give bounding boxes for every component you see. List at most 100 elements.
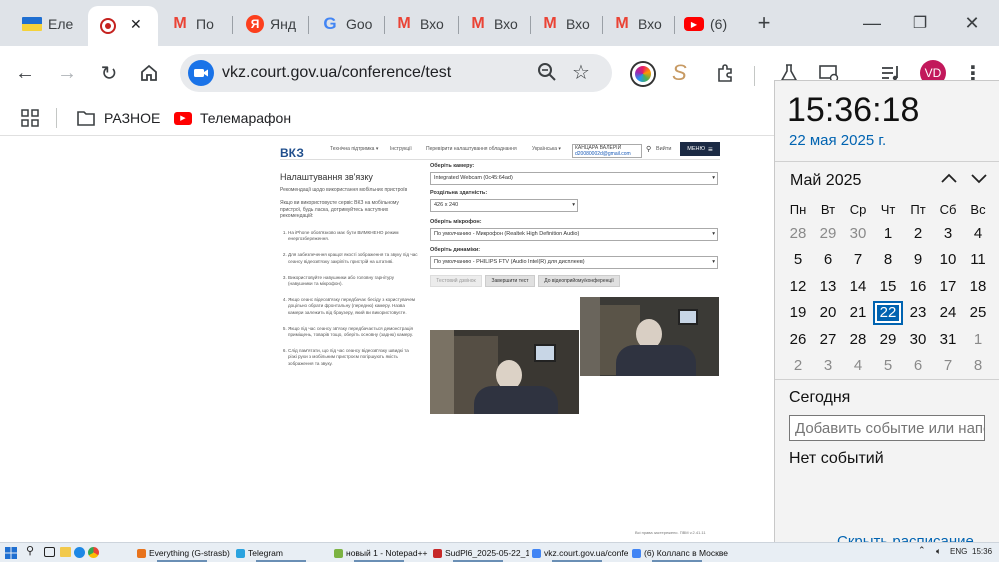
vkz-logout-link[interactable]: Вийти (656, 146, 671, 152)
calendar-next-month-button[interactable] (969, 169, 989, 192)
home-button[interactable] (134, 58, 164, 88)
flyout-date-link[interactable]: 22 мая 2025 г. (789, 132, 886, 149)
zoom-icon[interactable] (536, 60, 558, 89)
calendar-day[interactable]: 30 (903, 327, 933, 351)
calendar-day[interactable]: 14 (843, 274, 873, 298)
tab-google[interactable]: G Goo (310, 8, 382, 40)
tab-youtube[interactable]: ▶ (6) (674, 8, 746, 40)
calendar-day[interactable]: 29 (813, 221, 843, 245)
bookmark-folder-raznoe[interactable]: РАЗНОЕ (76, 106, 160, 130)
calendar-day[interactable]: 11 (963, 248, 993, 272)
reload-button[interactable]: ↻ (94, 58, 124, 88)
task-view-icon[interactable] (44, 547, 55, 557)
color-picker-extension-icon[interactable] (632, 63, 654, 85)
calendar-day[interactable]: 15 (873, 274, 903, 298)
calendar-day[interactable]: 31 (933, 327, 963, 351)
vkz-nav-check-equipment[interactable]: Перевірити налаштування обладнання (426, 146, 517, 152)
calendar-day[interactable]: 8 (963, 354, 993, 378)
add-event-input[interactable] (789, 415, 985, 441)
vkz-menu-button[interactable]: МЕНЮ ≡ (680, 142, 720, 156)
calendar-day[interactable]: 13 (813, 274, 843, 298)
calendar-day[interactable]: 2 (783, 354, 813, 378)
calendar-day[interactable]: 1 (963, 327, 993, 351)
calendar-day[interactable]: 24 (933, 301, 963, 325)
new-tab-button[interactable]: + (744, 8, 784, 38)
calendar-day-today[interactable]: 22 (873, 300, 903, 325)
taskbar-app-item[interactable]: новый 1 - Notepad++ (334, 545, 430, 561)
calendar-day[interactable]: 28 (843, 327, 873, 351)
taskbar-clock[interactable]: 15:36 (972, 547, 992, 556)
address-bar[interactable]: vkz.court.gov.ua/conference/test ☆ (180, 54, 612, 92)
tab-gmail-3[interactable]: M Вхо (458, 8, 530, 40)
back-button[interactable]: ← (10, 58, 40, 88)
calendar-day[interactable]: 16 (903, 274, 933, 298)
calendar-day[interactable]: 27 (813, 327, 843, 351)
calendar-prev-month-button[interactable] (939, 169, 959, 192)
calendar-day[interactable]: 20 (813, 301, 843, 325)
tab-yandex[interactable]: Я Янд (236, 8, 306, 40)
apps-grid-icon[interactable] (20, 108, 40, 133)
taskbar-language[interactable]: ENG (950, 547, 967, 556)
speaker-icon[interactable]: 🔈︎ (936, 546, 941, 557)
minimize-button[interactable]: — (852, 8, 892, 38)
calendar-day[interactable]: 9 (903, 248, 933, 272)
taskbar-app-item[interactable]: (6) Коллапс в Москве ... (632, 545, 728, 561)
calendar-day[interactable]: 6 (813, 248, 843, 272)
extensions-button[interactable] (710, 58, 740, 88)
edge-icon[interactable] (74, 547, 85, 558)
calendar-day[interactable]: 10 (933, 248, 963, 272)
calendar-day[interactable]: 3 (933, 221, 963, 245)
search-icon[interactable]: ⚲ (26, 544, 34, 557)
vkz-end-test-button[interactable]: Завершити тест (485, 275, 535, 287)
calendar-day[interactable]: 5 (783, 248, 813, 272)
calendar-day[interactable]: 19 (783, 301, 813, 325)
calendar-day[interactable]: 2 (903, 221, 933, 245)
tab-elections[interactable]: Еле (12, 8, 88, 40)
chrome-icon[interactable] (88, 547, 99, 558)
vkz-join-conference-button[interactable]: До відеоприйому/конференції (538, 275, 620, 287)
calendar-day[interactable]: 4 (843, 354, 873, 378)
vkz-nav-instructions[interactable]: Інструкції (390, 146, 412, 152)
file-explorer-icon[interactable] (60, 547, 71, 557)
close-window-button[interactable]: ✕ (952, 8, 992, 38)
tab-gmail-1[interactable]: M По (160, 8, 230, 40)
taskbar-app-item[interactable]: Telegram (236, 545, 332, 561)
vkz-resolution-select[interactable]: 426 x 240 ▾ (430, 199, 578, 212)
taskbar-app-item[interactable]: vkz.court.gov.ua/confe... (532, 545, 628, 561)
s-extension-icon[interactable]: S (672, 60, 687, 86)
calendar-day[interactable]: 21 (843, 301, 873, 325)
tab-gmail-2[interactable]: M Вхо (384, 8, 456, 40)
tab-close-icon[interactable]: ✕ (130, 16, 142, 33)
calendar-day[interactable]: 18 (963, 274, 993, 298)
calendar-day[interactable]: 6 (903, 354, 933, 378)
vkz-user-box[interactable]: КАНЦАРА ВАЛЕРІЙ d20080002d@gmail.com (572, 144, 642, 158)
calendar-month-label[interactable]: Май 2025 (790, 172, 861, 190)
calendar-day[interactable]: 8 (873, 248, 903, 272)
vkz-nav-support[interactable]: Технічна підтримка ▾ (330, 146, 378, 152)
taskbar-app-item[interactable]: Everything (G-strasb) (137, 545, 233, 561)
bookmark-star-icon[interactable]: ☆ (572, 60, 590, 85)
vkz-nav-language[interactable]: Українська ▾ (532, 146, 561, 152)
calendar-day[interactable]: 3 (813, 354, 843, 378)
tab-gmail-4[interactable]: M Вхо (530, 8, 602, 40)
tab-gmail-5[interactable]: M Вхо (602, 8, 674, 40)
calendar-day[interactable]: 1 (873, 221, 903, 245)
calendar-day[interactable]: 7 (933, 354, 963, 378)
vkz-speaker-select[interactable]: По умолчанию - PHILIPS FTV (Audio Intel(… (430, 256, 718, 269)
windows-start-icon[interactable] (5, 546, 17, 564)
vkz-camera-select[interactable]: Integrated Webcam (0c45:64ad) ▾ (430, 172, 718, 185)
calendar-day[interactable]: 29 (873, 327, 903, 351)
calendar-day[interactable]: 7 (843, 248, 873, 272)
tray-chevron-up-icon[interactable]: ⌃ (918, 545, 926, 556)
vkz-test-call-button[interactable]: Тестовий дзвінок (430, 275, 482, 287)
calendar-day[interactable]: 17 (933, 274, 963, 298)
forward-button[interactable]: → (52, 58, 82, 88)
vkz-logo[interactable]: ВКЗ (280, 146, 304, 160)
calendar-day[interactable]: 23 (903, 301, 933, 325)
calendar-day[interactable]: 25 (963, 301, 993, 325)
calendar-day[interactable]: 5 (873, 354, 903, 378)
calendar-day[interactable]: 28 (783, 221, 813, 245)
calendar-day[interactable]: 30 (843, 221, 873, 245)
taskbar-app-item[interactable]: SudPl6_2025-05-22_1... (433, 545, 529, 561)
bookmark-telemarafon[interactable]: ▶ Телемарафон (174, 106, 291, 130)
